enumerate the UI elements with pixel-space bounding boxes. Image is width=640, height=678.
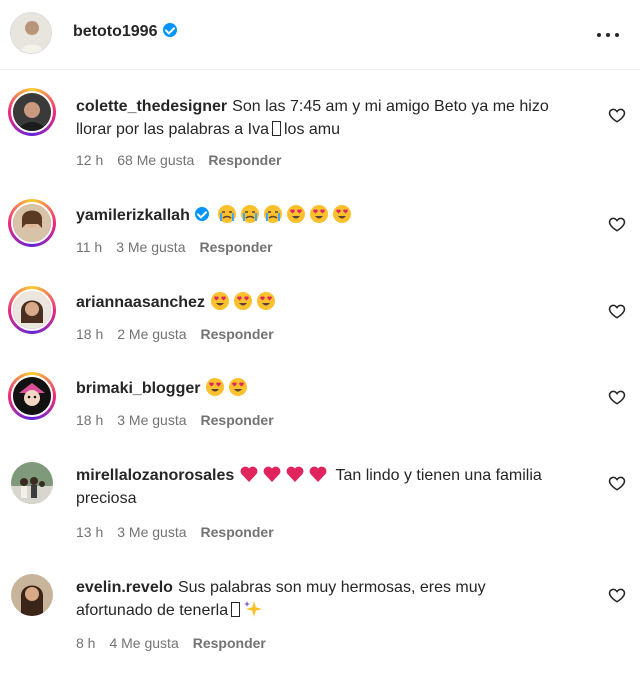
comment-username[interactable]: brimaki_blogger xyxy=(76,380,200,397)
missing-glyph-icon xyxy=(271,121,281,136)
reply-button[interactable]: Responder xyxy=(201,412,274,428)
comment-content-end: los amu xyxy=(283,121,341,138)
verified-badge-icon xyxy=(194,207,209,221)
comment-time: 11 h xyxy=(76,239,103,255)
heart-eyes-icon xyxy=(309,205,328,223)
comment-text: ariannaasanchez xyxy=(76,291,566,314)
comment-meta: 12 h 68 Me gusta Responder xyxy=(76,152,295,168)
comment-text: colette_thedesigner Son las 7:45 am y mi … xyxy=(76,95,566,141)
heart-eyes-icon xyxy=(233,292,252,310)
comment-username[interactable]: evelin.revelo xyxy=(76,579,173,596)
comment-text: yamilerizkallah xyxy=(76,204,566,227)
reply-button[interactable]: Responder xyxy=(208,152,281,168)
comment-likes[interactable]: 68 Me gusta xyxy=(117,152,194,168)
avatar-photo xyxy=(11,13,51,53)
red-heart-icon xyxy=(240,466,258,482)
comment-username[interactable]: ariannaasanchez xyxy=(76,294,205,311)
comment-time: 8 h xyxy=(76,635,96,651)
avatar[interactable] xyxy=(10,12,52,54)
comment-meta: 18 h 3 Me gusta Responder xyxy=(76,412,288,428)
avatar[interactable] xyxy=(11,574,53,616)
comment-username[interactable]: colette_thedesigner xyxy=(76,98,227,115)
comment-likes[interactable]: 4 Me gusta xyxy=(109,635,178,651)
red-heart-icon xyxy=(263,466,281,482)
red-heart-icon xyxy=(309,466,327,482)
avatar[interactable] xyxy=(8,286,56,334)
heart-eyes-icon xyxy=(286,205,305,223)
missing-glyph-icon xyxy=(231,602,241,617)
avatar[interactable] xyxy=(8,88,56,136)
comment-text: mirellalozanorosales Tan lindo y tienen … xyxy=(76,464,566,510)
crying-face-icon xyxy=(263,205,282,223)
avatar[interactable] xyxy=(8,372,56,420)
like-heart-icon[interactable] xyxy=(608,474,626,492)
crying-face-icon xyxy=(217,205,236,223)
post-header: betoto1996 xyxy=(0,0,640,70)
comment-time: 18 h xyxy=(76,412,104,428)
comment-time: 18 h xyxy=(76,326,104,342)
post-author[interactable]: betoto1996 xyxy=(73,23,178,41)
reply-button[interactable]: Responder xyxy=(193,635,266,651)
comment-username[interactable]: mirellalozanorosales xyxy=(76,467,234,484)
comment-meta: 11 h 3 Me gusta Responder xyxy=(76,239,287,255)
reply-button[interactable]: Responder xyxy=(199,239,272,255)
crying-face-icon xyxy=(240,205,259,223)
like-heart-icon[interactable] xyxy=(608,388,626,406)
comment-time: 12 h xyxy=(76,152,104,168)
comment-meta: 13 h 3 Me gusta Responder xyxy=(76,524,288,540)
comment-likes[interactable]: 3 Me gusta xyxy=(117,524,186,540)
comment-meta: 8 h 4 Me gusta Responder xyxy=(76,635,280,651)
like-heart-icon[interactable] xyxy=(608,586,626,604)
like-heart-icon[interactable] xyxy=(608,302,626,320)
comment-likes[interactable]: 3 Me gusta xyxy=(116,239,185,255)
comment-text: brimaki_blogger xyxy=(76,377,566,400)
reply-button[interactable]: Responder xyxy=(201,326,274,342)
heart-eyes-icon xyxy=(229,378,248,396)
heart-eyes-icon xyxy=(206,378,225,396)
like-heart-icon[interactable] xyxy=(608,215,626,233)
avatar[interactable] xyxy=(11,462,53,504)
comment-time: 13 h xyxy=(76,524,104,540)
heart-eyes-icon xyxy=(210,292,229,310)
heart-eyes-icon xyxy=(256,292,275,310)
like-heart-icon[interactable] xyxy=(608,106,626,124)
comment-username[interactable]: yamilerizkallah xyxy=(76,207,190,224)
verified-badge-icon xyxy=(163,23,178,37)
comment-meta: 18 h 2 Me gusta Responder xyxy=(76,326,288,342)
reply-button[interactable]: Responder xyxy=(201,524,274,540)
comment-text: evelin.revelo Sus palabras son muy hermos… xyxy=(76,576,566,622)
post-author-name[interactable]: betoto1996 xyxy=(73,23,157,40)
comment-likes[interactable]: 2 Me gusta xyxy=(117,326,186,342)
comment-likes[interactable]: 3 Me gusta xyxy=(117,412,186,428)
avatar[interactable] xyxy=(8,199,56,247)
sparkles-icon xyxy=(244,601,263,617)
red-heart-icon xyxy=(286,466,304,482)
heart-eyes-icon xyxy=(332,205,351,223)
more-horizontal-icon[interactable] xyxy=(596,25,620,43)
